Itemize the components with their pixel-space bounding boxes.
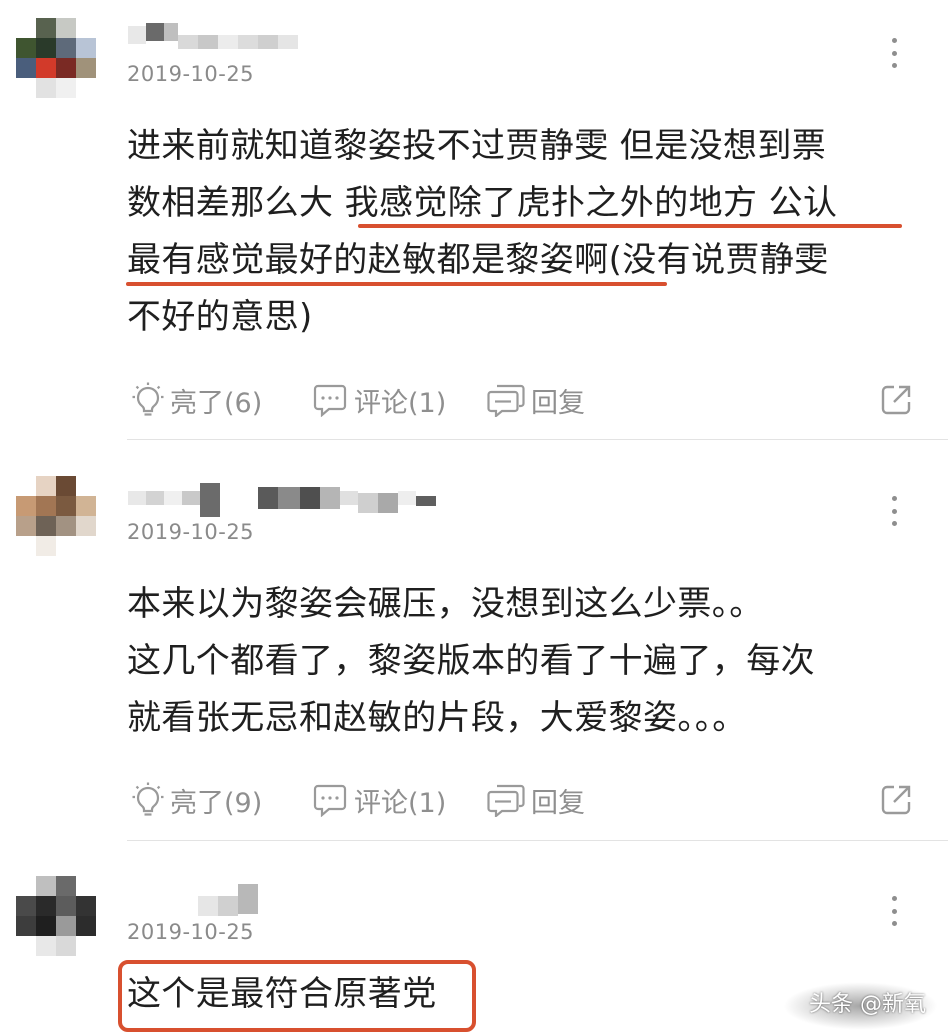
comment-body: 本来以为黎姿会碾压，没想到这么少票。。 这几个都看了，黎姿版本的看了十遍了，每次… [127,576,917,747]
lightbulb-icon [132,782,164,816]
reply-button[interactable]: 回复 [487,380,585,420]
reply-label: 回复 [531,787,585,819]
comment-label: 评论(1) [354,787,447,819]
reply-bubbles-icon [487,384,525,417]
like-button[interactable]: 亮了(6) [132,380,262,420]
comment-label: 评论(1) [354,387,447,419]
more-dots-icon[interactable] [884,496,904,526]
avatar[interactable] [16,18,96,98]
share-icon [881,385,911,415]
like-label: 亮了(9) [170,787,263,819]
comment-line: 进来前就知道黎姿投不过贾静雯 但是没想到票 [127,126,827,166]
reply-label: 回复 [531,387,585,419]
comment-bubble-icon [313,784,347,817]
comment-1: 2019-10-25 进来前就知道黎姿投不过贾静雯 但是没想到票 数相差那么大 … [0,0,948,440]
watermark: 头条 @新氧 [809,986,926,1018]
more-dots-icon[interactable] [884,38,904,68]
highlight-underline [358,224,902,228]
lightbulb-icon [132,382,164,416]
username-blurred[interactable] [128,876,258,916]
comment-actions: 亮了(6) 评论(1) 回复 [128,380,918,420]
comment-line: 最有感觉最好的赵敏都是黎姿啊(没有说贾静雯 [127,240,829,280]
comment-date: 2019-10-25 [127,62,255,86]
comment-date: 2019-10-25 [127,920,255,944]
more-dots-icon[interactable] [884,896,904,926]
comment-actions: 亮了(9) 评论(1) 回复 [128,780,918,820]
avatar[interactable] [16,476,96,556]
comment-line: 就看张无忌和赵敏的片段，大爱黎姿。。。 [127,698,747,738]
comment-button[interactable]: 评论(1) [312,380,446,420]
share-button[interactable] [879,380,913,420]
username-blurred[interactable] [128,15,298,55]
like-button[interactable]: 亮了(9) [132,780,262,820]
comment-body: 进来前就知道黎姿投不过贾静雯 但是没想到票 数相差那么大 我感觉除了虎扑之外的地… [127,118,917,346]
comment-line: 本来以为黎姿会碾压，没想到这么少票。。 [127,584,764,624]
share-icon [881,785,911,815]
comment-bubble-icon [313,384,347,417]
watermark-text: 头条 @新氧 [809,992,926,1017]
comment-button[interactable]: 评论(1) [312,780,446,820]
comment-line: 这几个都看了，黎姿版本的看了十遍了，每次 [127,641,815,681]
like-label: 亮了(6) [170,387,263,419]
comment-date: 2019-10-25 [127,520,255,544]
reply-bubbles-icon [487,784,525,817]
username-blurred[interactable] [128,478,436,518]
reply-button[interactable]: 回复 [487,780,585,820]
avatar[interactable] [16,876,96,956]
comment-2: 2019-10-25 本来以为黎姿会碾压，没想到这么少票。。 这几个都看了，黎姿… [0,440,948,840]
highlight-underline [126,282,667,286]
comment-line: 不好的意思) [127,297,313,337]
share-button[interactable] [879,780,913,820]
